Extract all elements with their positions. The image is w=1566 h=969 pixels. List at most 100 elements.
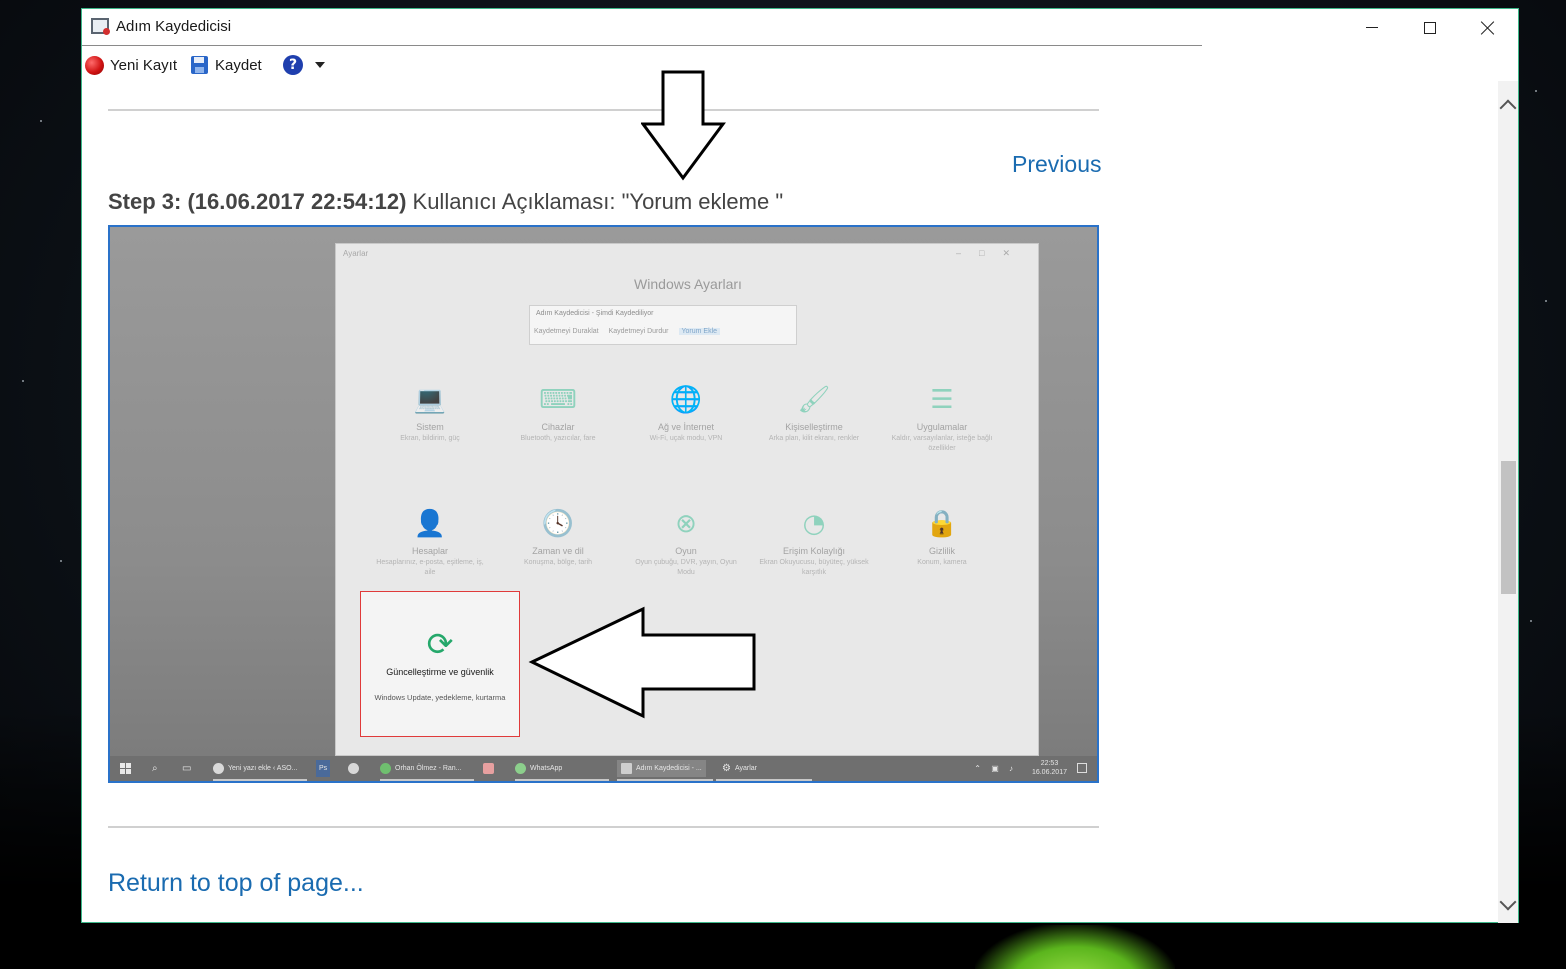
apps-icon: ☰ [930,385,954,415]
recorder-mini-buttons: Kaydetmeyi Duraklat Kaydetmeyi Durdur Yo… [534,328,721,335]
divider [108,109,1099,111]
tile-desc: Arka plan, kilit ekranı, renkler [768,435,860,442]
steps-recorder-icon [621,763,632,774]
taskbar-settings: ⚙ Ayarlar [722,760,757,777]
chevron-down-icon[interactable] [315,62,325,68]
tile-time-language: 🕓 Zaman ve dil Konuşma, bölge, tarih [499,508,617,568]
tile-accounts: 👤 Hesaplar Hesaplarınız, e-posta, eşitle… [371,508,489,578]
tile-ease-of-access: ◔ Erişim Kolaylığı Ekran Okuyucusu, büyü… [755,508,873,578]
tile-name: Zaman ve dil [532,546,584,556]
tray-clock: 22:53 16.06.2017 [1032,759,1067,777]
pause-recording-label: Kaydetmeyi Duraklat [534,328,599,335]
tile-privacy: 🔒 Gizlilik Konum, kamera [883,508,1001,568]
tile-desc: Konuşma, bölge, tarih [523,559,593,566]
taskbar-label: Orhan Ölmez - Ran... [395,765,462,772]
annotation-arrow-down [641,70,726,181]
steps-recorder-app-icon [91,18,110,35]
chrome-icon [213,763,224,774]
tile-devices: ⌨ Cihazlar Bluetooth, yazıcılar, fare [499,384,617,444]
save-label: Kaydet [215,56,262,74]
lock-icon: 🔒 [925,509,959,539]
step-description: Kullanıcı Açıklaması: "Yorum ekleme " [406,189,784,214]
taskbar-label: Ayarlar [734,765,758,772]
previous-link[interactable]: Previous [1012,151,1101,178]
star [22,380,24,382]
minimize-icon [1366,27,1378,28]
scroll-down-button[interactable] [1499,893,1517,911]
devices-icon: ⌨ [539,385,577,415]
new-recording-button[interactable]: Yeni Kayıt [85,53,177,77]
annotation-arrow-left [528,606,756,719]
tile-name: Güncelleştirme ve güvenlik [386,667,494,677]
title-separator [82,45,1202,46]
task-view-icon: ▭ [182,763,192,774]
gear-icon: ⚙ [722,763,731,774]
tile-name: Gizlilik [929,546,955,556]
tile-apps: ☰ Uygulamalar Kaldır, varsayılanlar, ist… [883,384,1001,454]
ease-of-access-icon: ◔ [802,509,826,539]
laptop-icon: 💻 [413,385,447,415]
tile-update-security-highlighted: ⟳ Güncelleştirme ve güvenlik Windows Upd… [360,591,520,737]
close-icon [1481,21,1495,35]
recorder-toolbar-mini: Adım Kaydedicisi - Şimdi Kaydediliyor Ka… [529,305,797,345]
scroll-up-button[interactable] [1499,99,1517,117]
settings-heading: Windows Ayarları [634,276,742,292]
maximize-icon [1424,21,1436,34]
search-icon: ⌕ [152,763,158,774]
taskbar-chrome: Yeni yazı ekle ‹ ASO... [213,760,297,777]
active-underline [716,779,812,781]
record-icon [85,55,104,75]
tile-desc: Konum, kamera [917,559,967,566]
taskbar-label: WhatsApp [530,765,563,772]
active-underline [515,779,609,781]
tile-name: Erişim Kolaylığı [782,546,845,556]
accounts-icon: 👤 [413,509,447,539]
tile-desc: Hesaplarınız, e-posta, eşitleme, iş, ail… [376,559,484,576]
app-icon [483,763,494,774]
scroll-thumb[interactable] [1501,461,1516,594]
tile-name: Ağ ve İnternet [657,422,715,432]
chevron-up-icon [1499,99,1517,117]
maximize-button[interactable] [1401,9,1459,46]
tile-name: Cihazlar [541,422,575,432]
return-to-top-link[interactable]: Return to top of page... [108,869,364,898]
tray-date: 16.06.2017 [1031,769,1067,777]
settings-window-title: Ayarlar [343,249,369,258]
tile-desc: Wi-Fi, uçak modu, VPN [649,435,723,442]
taskbar-spotify: Orhan Ölmez - Ran... [380,760,462,777]
tile-personalization: 🖌 Kişiselleştirme Arka plan, kilit ekran… [755,384,873,444]
close-button[interactable] [1459,9,1517,46]
step-screenshot[interactable]: Ayarlar –□✕ Windows Ayarları Adım Kayded… [108,225,1099,783]
tile-desc: Ekran, bildirim, güç [400,435,460,442]
stop-recording-label: Kaydetmeyi Durdur [608,328,669,335]
active-underline [380,779,474,781]
recorder-mini-title: Adım Kaydedicisi - Şimdi Kaydediliyor [536,310,654,317]
screenshot-taskbar: ⌕ ▭ Yeni yazı ekle ‹ ASO... Ps Orhan Ölm… [110,756,1097,781]
recorded-steps-content: Previous Step 3: (16.06.2017 22:54:12) K… [82,81,1498,923]
tile-desc: Ekran Okuyucusu, büyüteç, yüksek karşıtl… [759,559,869,576]
minimize-button[interactable] [1343,9,1401,46]
save-button[interactable]: Kaydet [191,53,262,77]
star [1535,90,1537,92]
tile-system: 💻 Sistem Ekran, bildirim, güç [371,384,489,444]
window-title: Adım Kaydedicisi [116,18,232,35]
taskbar-label: Adım Kaydedicisi - ... [636,765,702,772]
taskbar-app [483,760,498,777]
spotify-icon [380,763,391,774]
star [40,120,42,122]
add-comment-label: Yorum Ekle [678,328,721,335]
tile-network: 🌐 Ağ ve İnternet Wi-Fi, uçak modu, VPN [627,384,745,444]
taskbar-whatsapp: WhatsApp [515,760,562,777]
globe-icon: 🌐 [669,385,703,415]
tent-glow [975,925,1175,969]
vertical-scrollbar[interactable] [1498,81,1518,923]
help-icon: ? [283,55,303,75]
tray-time: 22:53 [1040,760,1059,767]
update-sync-icon: ⟳ [426,625,454,663]
photoshop-icon: Ps [319,765,328,772]
chevron-down-icon [1499,893,1517,911]
tile-desc: Bluetooth, yazıcılar, fare [520,435,596,442]
star [1530,620,1532,622]
title-bar[interactable]: Adım Kaydedicisi [82,9,1518,46]
help-button[interactable]: ? [283,53,325,77]
